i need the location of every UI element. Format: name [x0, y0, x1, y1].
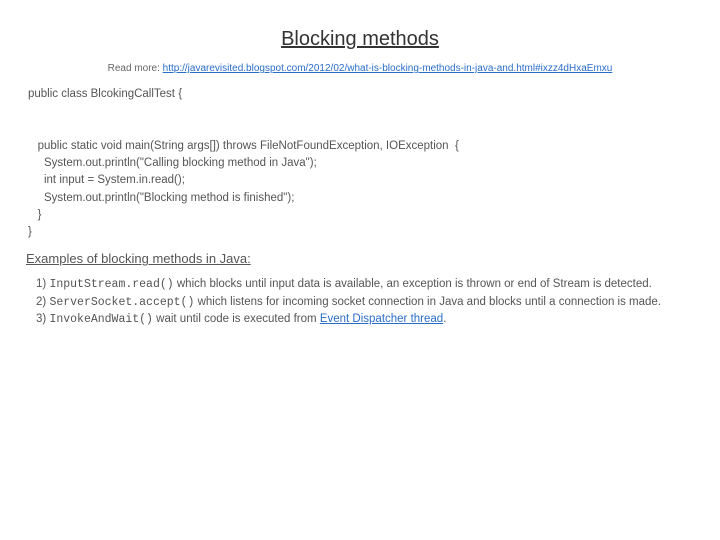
api-name: ServerSocket.accept()	[49, 296, 194, 309]
examples-heading: Examples of blocking methods in Java:	[26, 251, 694, 266]
examples-list: 1) InputStream.read() which blocks until…	[36, 276, 696, 328]
api-name: InputStream.read()	[49, 278, 173, 291]
api-name: InvokeAndWait()	[49, 313, 153, 326]
code-block: public class BlcokingCallTest { public s…	[28, 86, 692, 241]
list-item: 3) InvokeAndWait() wait until code is ex…	[36, 311, 696, 328]
page-title: Blocking methods	[24, 28, 696, 51]
slide: Blocking methods Read more: http://javar…	[0, 0, 720, 348]
list-item: 1) InputStream.read() which blocks until…	[36, 276, 696, 293]
readmore-label: Read more:	[108, 63, 160, 74]
readmore-link[interactable]: http://javarevisited.blogspot.com/2012/0…	[163, 63, 613, 74]
event-dispatcher-link[interactable]: Event Dispatcher thread	[320, 313, 443, 325]
readmore-line: Read more: http://javarevisited.blogspot…	[24, 63, 696, 74]
list-item: 2) ServerSocket.accept() which listens f…	[36, 294, 696, 311]
